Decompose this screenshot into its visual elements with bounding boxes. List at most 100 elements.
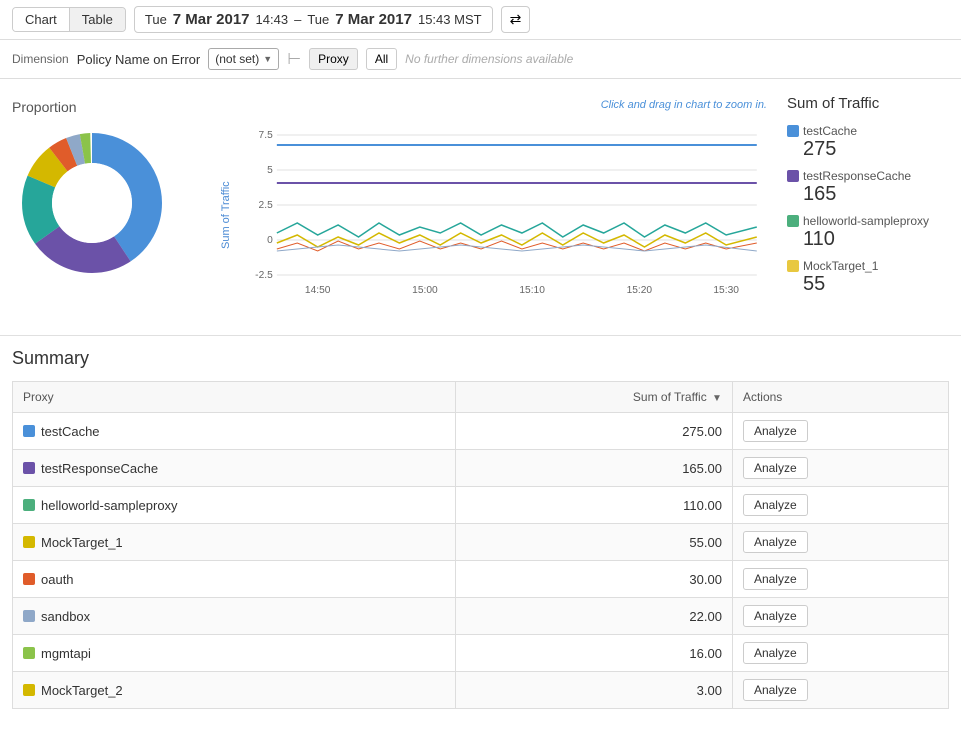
svg-text:14:50: 14:50 [305,285,331,296]
date-dash: – [294,12,301,27]
svg-text:15:30: 15:30 [713,285,739,296]
actions-cell: Analyze [732,672,948,709]
analyze-button[interactable]: Analyze [743,605,808,627]
view-toggle: Chart Table [12,7,126,32]
time-2: 15:43 MST [418,12,482,27]
summary-tbody: testCache 275.00 Analyze testResponseCac… [13,413,949,709]
date-2: 7 Mar 2017 [335,11,412,28]
analyze-button[interactable]: Analyze [743,457,808,479]
proxy-color-dot [23,647,35,659]
analyze-button[interactable]: Analyze [743,642,808,664]
proxy-name: MockTarget_1 [41,535,123,550]
summary-table: Proxy Sum of Traffic ▼ Actions [12,381,949,709]
analyze-button[interactable]: Analyze [743,531,808,553]
proxy-color-dot [23,610,35,622]
proxy-name: testResponseCache [41,461,158,476]
svg-text:0: 0 [267,235,273,246]
chart-area: Proportion [12,91,767,323]
summary-section: Summary Proxy Sum of Traffic ▼ Actions [0,335,961,721]
legend-color-dot [787,170,799,182]
sort-arrow-icon: ▼ [712,393,722,404]
date-1: 7 Mar 2017 [173,11,250,28]
summary-title: Summary [12,348,949,369]
donut-chart [12,123,172,283]
dimension-label: Dimension [12,52,69,66]
traffic-value: 110.00 [455,487,732,524]
table-row: testResponseCache 165.00 Analyze [13,450,949,487]
svg-text:15:20: 15:20 [627,285,653,296]
hierarchy-icon: ⊢ [287,49,301,69]
traffic-column-header[interactable]: Sum of Traffic ▼ [455,382,732,413]
legend-color-dot [787,260,799,272]
date-range[interactable]: Tue 7 Mar 2017 14:43 – Tue 7 Mar 2017 15… [134,6,493,33]
proportion-title: Proportion [12,99,212,115]
table-tab[interactable]: Table [70,8,125,31]
legend-item: helloworld-sampleproxy 110 [787,214,949,251]
legend-title: Sum of Traffic [787,95,949,112]
proxy-cell: testResponseCache [13,450,456,487]
analyze-button[interactable]: Analyze [743,568,808,590]
svg-text:7.5: 7.5 [259,130,274,141]
svg-text:5: 5 [267,165,273,176]
legend-item: testCache 275 [787,124,949,161]
proxy-cell: MockTarget_2 [13,672,456,709]
traffic-value: 3.00 [455,672,732,709]
dimension-bar: Dimension Policy Name on Error (not set)… [0,40,961,79]
table-row: mgmtapi 16.00 Analyze [13,635,949,672]
right-panel: Sum of Traffic testCache 275 testRespons… [779,91,949,323]
actions-column-header: Actions [732,382,948,413]
proxy-name: MockTarget_2 [41,683,123,698]
proxy-cell: helloworld-sampleproxy [13,487,456,524]
proxy-color-dot [23,462,35,474]
legend-items: testCache 275 testResponseCache 165 hell… [787,124,949,296]
zoom-hint: Click and drag in chart to zoom in. [601,99,767,111]
traffic-value: 30.00 [455,561,732,598]
actions-cell: Analyze [732,487,948,524]
proxy-color-dot [23,499,35,511]
proportion-section: Proportion [12,99,212,315]
legend-item: testResponseCache 165 [787,169,949,206]
analyze-button[interactable]: Analyze [743,679,808,701]
traffic-value: 275.00 [455,413,732,450]
svg-text:-2.5: -2.5 [255,270,273,281]
main-content: Proportion [0,79,961,335]
proxy-name: oauth [41,572,74,587]
no-dimensions-label: No further dimensions available [405,52,573,66]
proxy-color-dot [23,536,35,548]
table-row: testCache 275.00 Analyze [13,413,949,450]
actions-cell: Analyze [732,561,948,598]
chart-wrapper: Sum of Traffic 7 [220,115,767,315]
chart-inner[interactable]: 7.5 5 2.5 0 -2.5 14:50 15:00 15:10 1 [236,115,767,315]
proxy-color-dot [23,425,35,437]
proxy-cell: sandbox [13,598,456,635]
proxy-cell: MockTarget_1 [13,524,456,561]
analyze-button[interactable]: Analyze [743,494,808,516]
top-bar: Chart Table Tue 7 Mar 2017 14:43 – Tue 7… [0,0,961,40]
proxy-column-header: Proxy [13,382,456,413]
svg-text:2.5: 2.5 [259,200,274,211]
refresh-button[interactable]: ⇄ [501,6,531,33]
traffic-value: 16.00 [455,635,732,672]
line-chart-section: Click and drag in chart to zoom in. Sum … [220,99,767,315]
actions-cell: Analyze [732,413,948,450]
table-row: oauth 30.00 Analyze [13,561,949,598]
not-set-select[interactable]: (not set) ▼ [208,48,279,70]
actions-cell: Analyze [732,635,948,672]
proxy-name: testCache [41,424,100,439]
traffic-value: 165.00 [455,450,732,487]
all-button[interactable]: All [366,48,397,70]
table-row: sandbox 22.00 Analyze [13,598,949,635]
time-1: 14:43 [256,12,289,27]
proxy-cell: testCache [13,413,456,450]
proxy-name: mgmtapi [41,646,91,661]
proxy-button[interactable]: Proxy [309,48,358,70]
y-axis-label: Sum of Traffic [220,115,232,315]
proxy-cell: mgmtapi [13,635,456,672]
actions-cell: Analyze [732,524,948,561]
proxy-color-dot [23,684,35,696]
chart-tab[interactable]: Chart [13,8,70,31]
table-row: helloworld-sampleproxy 110.00 Analyze [13,487,949,524]
dropdown-arrow-icon: ▼ [263,54,272,64]
proxy-cell: oauth [13,561,456,598]
analyze-button[interactable]: Analyze [743,420,808,442]
